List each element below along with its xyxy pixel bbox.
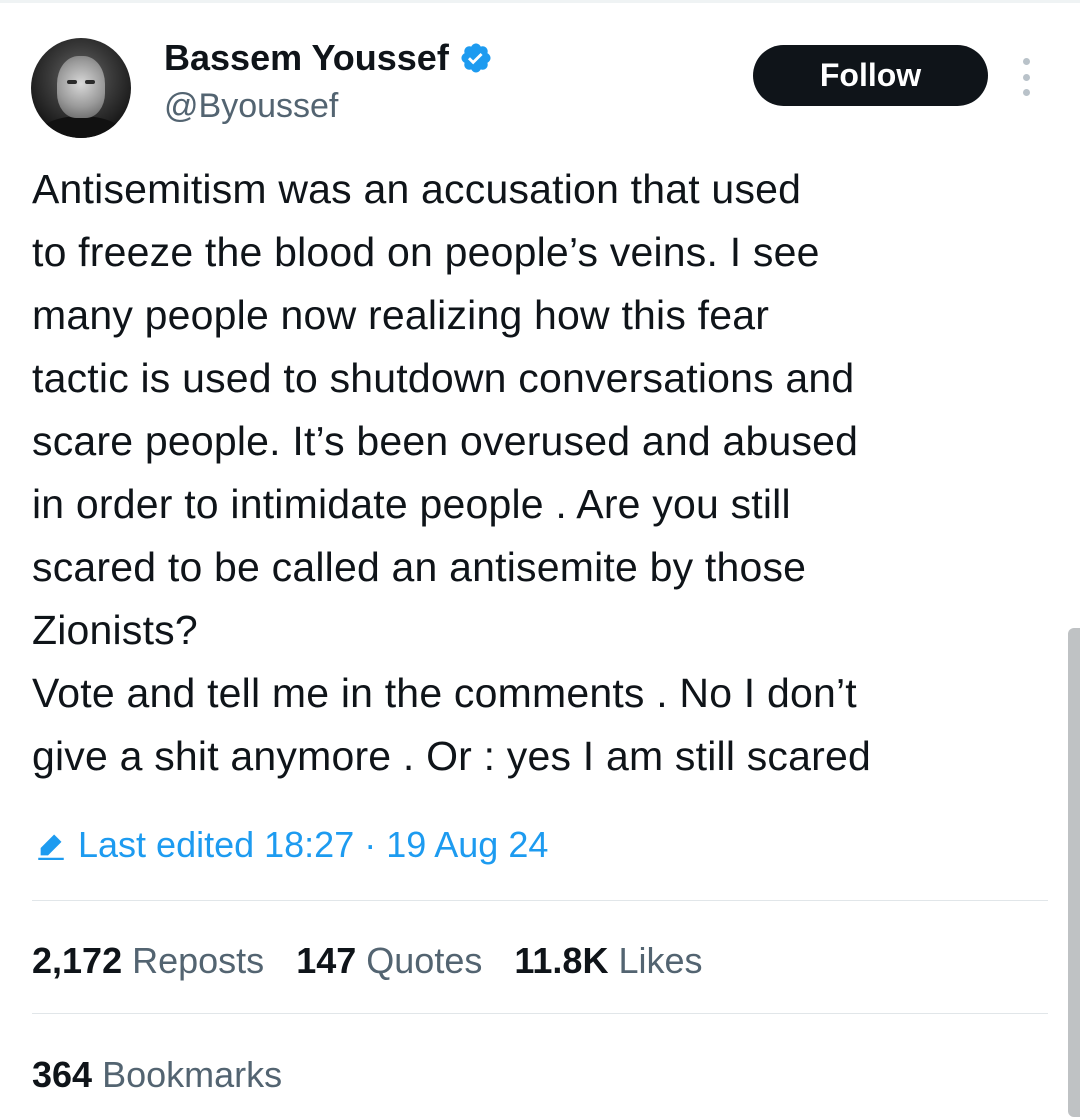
verified-badge-icon[interactable]: [459, 41, 493, 75]
author-display-name[interactable]: Bassem Youssef: [164, 38, 449, 78]
tweet-line: tactic is used to shutdown conversations…: [32, 355, 855, 401]
divider: [32, 1013, 1048, 1014]
last-edited-link[interactable]: Last edited 18:27 · 19 Aug 24: [34, 822, 548, 868]
likes-count: 11.8K: [514, 940, 609, 981]
bookmarks-count: 364: [32, 1054, 93, 1095]
tweet-line: in order to intimidate people . Are you …: [32, 481, 791, 527]
quotes-stat[interactable]: 147 Quotes: [296, 936, 482, 986]
tweet-line: scared to be called an antisemite by tho…: [32, 544, 807, 590]
avatar[interactable]: [31, 38, 131, 138]
bookmarks-stat[interactable]: 364 Bookmarks: [32, 1050, 282, 1100]
likes-stat[interactable]: 11.8K Likes: [514, 936, 702, 986]
top-divider: [0, 0, 1080, 3]
reposts-label: Reposts: [132, 940, 265, 981]
tweet-line: Zionists?: [32, 607, 198, 653]
tweet-text: Antisemitism was an accusation that used…: [32, 158, 1052, 788]
avatar-face: [57, 56, 105, 118]
tweet-line: many people now realizing how this fear: [32, 292, 770, 338]
tweet-line: Antisemitism was an accusation that used: [32, 166, 802, 212]
avatar-shoulders: [37, 116, 125, 138]
reposts-count: 2,172: [32, 940, 123, 981]
avatar-eye-left: [67, 80, 77, 84]
quotes-count: 147: [296, 940, 357, 981]
reposts-stat[interactable]: 2,172 Reposts: [32, 936, 264, 986]
tweet-line: give a shit anymore . Or : yes I am stil…: [32, 733, 871, 779]
scrollbar[interactable]: [1068, 628, 1080, 1117]
divider: [32, 900, 1048, 901]
bookmarks-label: Bookmarks: [102, 1054, 283, 1095]
more-options-icon[interactable]: [1016, 58, 1036, 96]
quotes-label: Quotes: [366, 940, 483, 981]
engagement-stats: 2,172 Reposts 147 Quotes 11.8K Likes: [32, 936, 703, 986]
more-dot: [1022, 58, 1030, 65]
follow-button[interactable]: Follow: [753, 45, 988, 106]
avatar-eye-right: [85, 80, 95, 84]
tweet-line: scare people. It’s been overused and abu…: [32, 418, 859, 464]
likes-label: Likes: [618, 940, 703, 981]
author-name-row: Bassem Youssef: [164, 38, 493, 78]
tweet-line: to freeze the blood on people’s veins. I…: [32, 229, 820, 275]
more-dot: [1022, 89, 1030, 96]
author-handle[interactable]: @Byoussef: [164, 86, 338, 126]
tweet-line: Vote and tell me in the comments . No I …: [32, 670, 857, 716]
edit-pencil-icon: [38, 834, 64, 861]
last-edited-label: Last edited 18:27 · 19 Aug 24: [78, 824, 549, 865]
more-dot: [1022, 73, 1030, 81]
